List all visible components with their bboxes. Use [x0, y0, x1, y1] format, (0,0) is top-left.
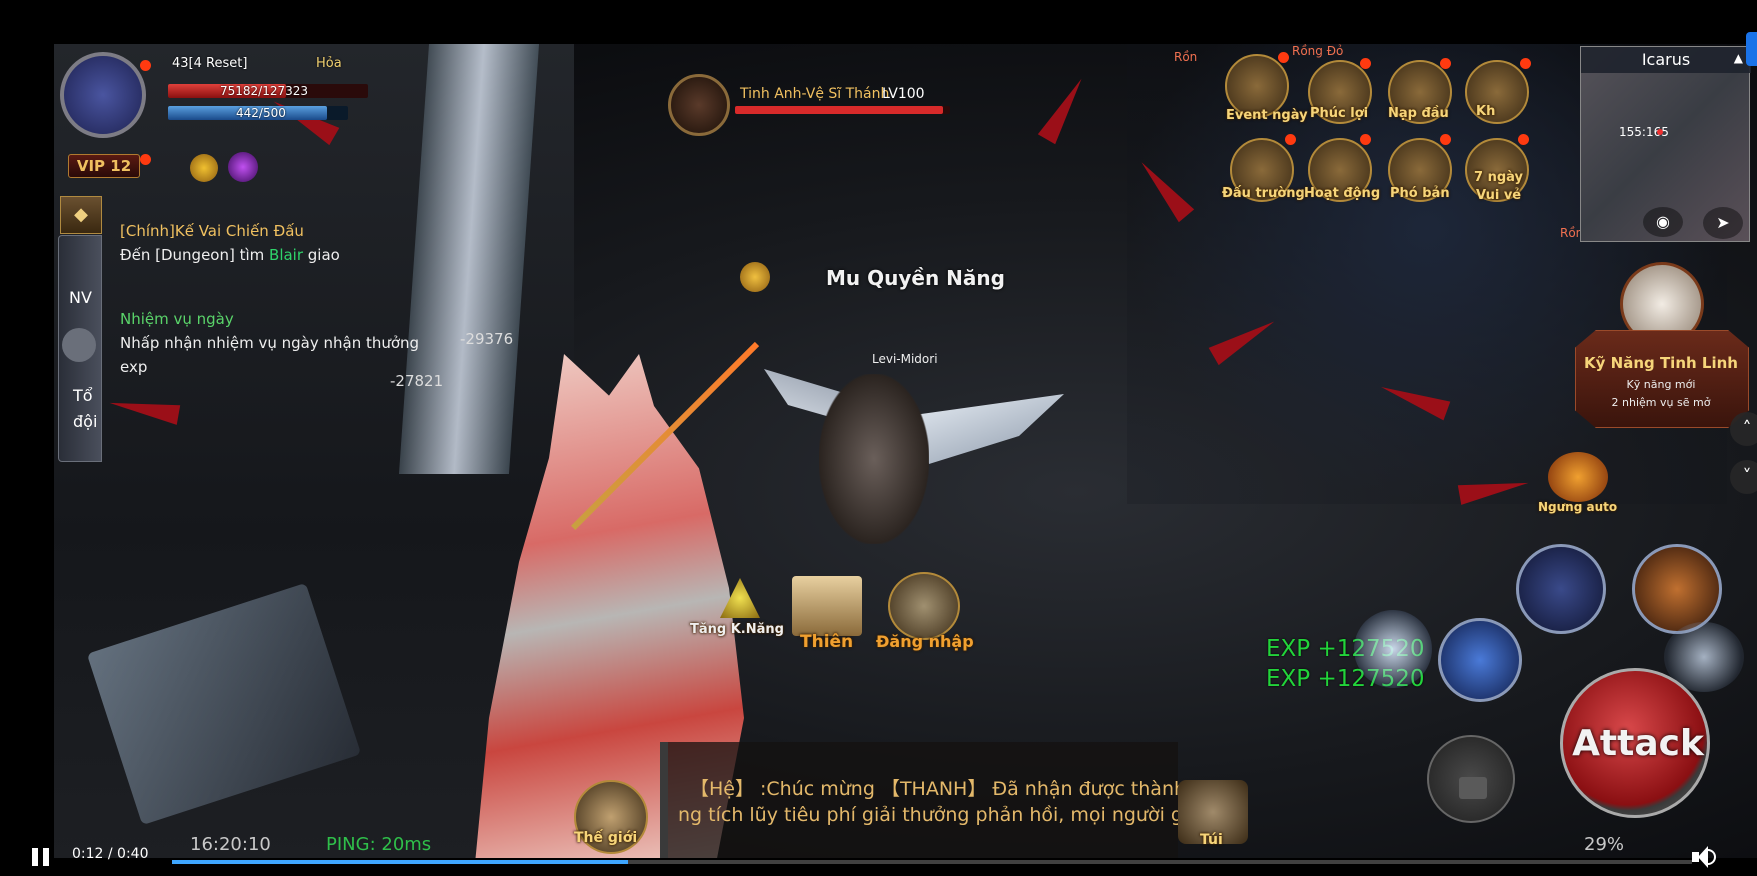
notification-dot: [140, 154, 151, 165]
speaker-cone: [1698, 846, 1708, 868]
damage-number: -27821: [390, 372, 444, 390]
arena-label: Đấu trường: [1222, 186, 1305, 201]
volume-icon[interactable]: [1690, 844, 1718, 870]
notification-dot: [1285, 134, 1296, 145]
spirit-skill-title: Kỹ Năng Tinh Linh: [1584, 354, 1738, 372]
notification-dot: [1360, 58, 1371, 69]
skill-up-label: Tăng K.Năng: [690, 622, 784, 637]
minimap-collapse-icon[interactable]: ▲: [1734, 51, 1743, 65]
tab-divider-knob: [62, 328, 96, 362]
target-level: LV100: [882, 86, 925, 102]
daily-quest-body-2[interactable]: exp: [120, 358, 147, 376]
red-spike: [1037, 73, 1091, 145]
vip-badge[interactable]: VIP 12: [68, 154, 140, 178]
pause-icon[interactable]: [30, 846, 52, 868]
notification-dot: [1440, 134, 1451, 145]
daily-quest-body[interactable]: Nhấp nhận nhiệm vụ ngày nhận thưởng: [120, 334, 419, 352]
main-quest-body[interactable]: Đến [Dungeon] tìm Blair giao: [120, 246, 340, 264]
attack-button[interactable]: Attack: [1560, 668, 1710, 818]
damage-number: -29376: [460, 330, 514, 348]
lock-icon: [1459, 777, 1487, 799]
map-name: Icarus: [1581, 47, 1751, 73]
target-hp-fill: [735, 106, 943, 114]
target-lock-button[interactable]: [1427, 735, 1515, 823]
main-quest-title[interactable]: [Chính]Kế Vai Chiến Đấu: [120, 222, 304, 240]
mp-text: 442/500: [236, 106, 286, 120]
ping-indicator: PING: 20ms: [326, 834, 432, 855]
quest-text: giao: [303, 246, 340, 264]
skill-slot-2[interactable]: [1632, 544, 1722, 634]
seven-day-sublabel: Vui vẻ: [1476, 188, 1522, 203]
video-time: 0:12 / 0:40: [72, 846, 149, 862]
skill-slot-1[interactable]: [1516, 544, 1606, 634]
guild-emblem-icon: [740, 262, 770, 292]
overlay-tab[interactable]: [1746, 32, 1757, 66]
video-progress-fill: [172, 860, 628, 864]
pause-bar: [32, 848, 38, 866]
target-name: Tinh Anh-Vệ Sĩ Thánh: [740, 86, 890, 102]
daily-quest-title[interactable]: Nhiệm vụ ngày: [120, 310, 234, 328]
tab-team-line2[interactable]: đội: [73, 412, 97, 431]
auto-label: Ngưng auto: [1538, 500, 1618, 514]
event-label: Event ngày: [1226, 108, 1308, 123]
welfare-label: Phúc lợi: [1310, 106, 1369, 121]
eye-icon[interactable]: ◉: [1643, 207, 1683, 237]
run-icon[interactable]: ➤: [1703, 207, 1743, 239]
target-portrait[interactable]: [668, 74, 730, 136]
game-clock: 16:20:10: [190, 834, 271, 855]
player-avatar[interactable]: [60, 52, 146, 138]
skill-effect-glow: [1354, 610, 1432, 688]
tab-quests[interactable]: NV: [69, 288, 92, 307]
activity-label: Hoạt động: [1304, 186, 1381, 201]
attack-label: Attack: [1572, 723, 1704, 764]
scroll-up-icon[interactable]: ˄: [1730, 412, 1757, 446]
chat-line: 【Hệ】 :Chúc mừng 【THANH】 Đã nhận được thà…: [690, 778, 1215, 800]
notification-dot: [1440, 58, 1451, 69]
player-element: Hỏa: [316, 56, 342, 71]
enemy-character[interactable]: [819, 374, 929, 544]
guild-banner: Mu Quyền Năng: [826, 266, 1005, 290]
first-topup-label: Nạp đầu: [1388, 106, 1449, 121]
player-marker: [1657, 129, 1663, 135]
minimap[interactable]: Icarus ▲ 155:165 ◉ ➤: [1580, 46, 1751, 242]
misc-label: Kh: [1476, 104, 1496, 119]
scroll-down-icon[interactable]: ˅: [1730, 460, 1757, 494]
notification-dot: [1360, 134, 1371, 145]
tab-team-line1[interactable]: Tổ: [73, 386, 93, 405]
enemy-wing: [914, 394, 1064, 464]
seven-day-label: 7 ngày: [1474, 170, 1523, 185]
quest-npc: Blair: [269, 246, 304, 264]
notification-dot: [1278, 52, 1289, 63]
spirit-skill-line2: 2 nhiệm vụ sẽ mở: [1611, 396, 1711, 409]
world-label: Rồn: [1174, 50, 1198, 64]
notification-dot: [140, 60, 151, 71]
player-level: 43[4 Reset]: [172, 56, 248, 71]
enemy-name: Levi-Midori: [872, 352, 938, 366]
bag-label: Túi: [1200, 832, 1223, 848]
vip-gift-icon[interactable]: [190, 154, 218, 182]
pause-bar: [43, 848, 49, 866]
world-label: Rồng Đỏ: [1292, 44, 1344, 58]
book-icon[interactable]: [792, 576, 862, 636]
quest-text: Đến [Dungeon] tìm: [120, 246, 270, 264]
misc-icon[interactable]: [1465, 60, 1529, 124]
skill-slot-3[interactable]: [1438, 618, 1522, 702]
book-label: Thiên: [800, 632, 854, 652]
dungeon-label: Phó bản: [1390, 186, 1450, 201]
buff-icon[interactable]: [228, 152, 258, 182]
notification-dot: [1520, 58, 1531, 69]
sound-wave: [1708, 849, 1716, 865]
login-reward-icon[interactable]: [888, 572, 960, 640]
notification-dot: [1518, 134, 1529, 145]
spirit-skill-line1: Kỹ năng mới: [1626, 378, 1696, 391]
battery-level: 29%: [1584, 834, 1625, 855]
auto-icon[interactable]: [1548, 452, 1608, 502]
world-chat-label: Thế giới: [574, 830, 638, 846]
chat-line: ng tích lũy tiêu phí giải thưởng phản hồ…: [678, 804, 1246, 826]
collapse-panel-icon[interactable]: ◆: [60, 196, 102, 234]
hp-text: 75182/127323: [220, 84, 309, 98]
login-label: Đăng nhập: [876, 632, 974, 651]
